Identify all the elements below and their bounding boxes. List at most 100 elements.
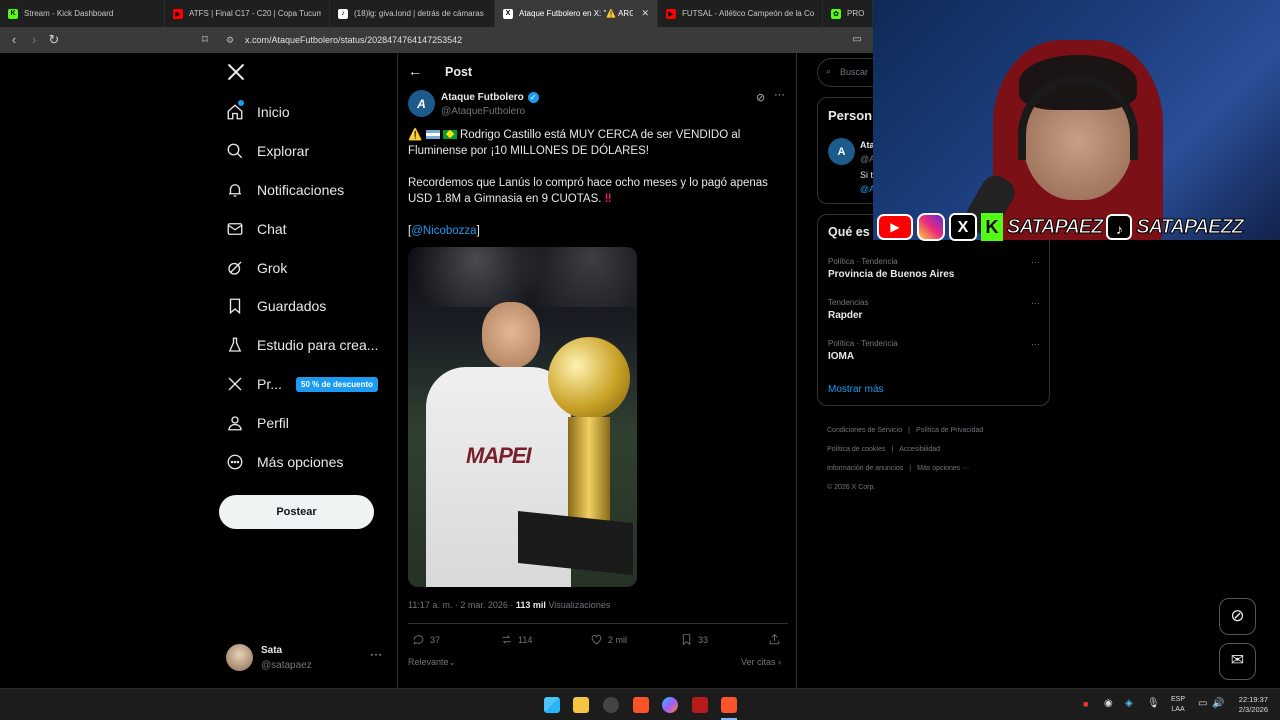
sidebar-item-pr[interactable]: Pr... bbox=[226, 370, 282, 398]
grok-float-icon[interactable]: ⊘ bbox=[1219, 598, 1256, 635]
premium-discount-badge[interactable]: 50 % de descuento bbox=[296, 377, 379, 392]
post-mention-row: [@Nicobozza] bbox=[408, 225, 480, 237]
site-info-icon[interactable]: ⚙ bbox=[226, 31, 234, 49]
brave-icon[interactable] bbox=[633, 697, 649, 713]
sort-dropdown[interactable]: Relevante⌄ bbox=[408, 657, 456, 668]
double-exclamation-emoji: ‼ bbox=[604, 193, 612, 205]
microphone-icon[interactable]: 🎙 bbox=[1147, 698, 1160, 709]
sidebar-item-grok[interactable]: Grok bbox=[226, 254, 287, 282]
tab-title: (18)lg: giva.lond | detrás de cámaras bbox=[354, 9, 484, 18]
app-icon[interactable] bbox=[692, 697, 708, 713]
trend-more-icon[interactable]: ··· bbox=[1031, 257, 1040, 267]
repost-button[interactable]: 114 bbox=[500, 633, 532, 646]
like-button[interactable]: 2 mil bbox=[590, 633, 627, 646]
tray-shield-icon[interactable]: ◈ bbox=[1125, 698, 1133, 709]
clock[interactable]: 22:19:37 2/3/2026 bbox=[1232, 695, 1268, 715]
sidebar-item-m-s-opciones[interactable]: Más opciones bbox=[226, 448, 343, 476]
footer-link[interactable]: Accesibilidad bbox=[899, 446, 940, 453]
post-line-2: Recordemos que Lanús lo compró hace ocho… bbox=[408, 177, 768, 205]
x-logo-icon bbox=[228, 377, 242, 391]
account-handle: @satapaez bbox=[261, 660, 312, 671]
bookmark-page-icon[interactable]: ⌑ bbox=[197, 32, 213, 48]
copilot-icon[interactable] bbox=[662, 697, 678, 713]
footer-link[interactable]: Condiciones de Servicio bbox=[827, 427, 902, 434]
trend-item[interactable]: Política · Tendencia IOMA ··· bbox=[828, 339, 1040, 375]
mention-link[interactable]: @Nicobozza bbox=[411, 225, 476, 237]
more-icon[interactable]: ··· bbox=[370, 647, 382, 661]
post-more-icon[interactable]: ··· bbox=[774, 89, 785, 101]
suggest-avatar[interactable]: A bbox=[828, 138, 855, 165]
author-name-row[interactable]: Ataque Futbolero ✓ bbox=[441, 92, 539, 103]
author-name: Ataque Futbolero bbox=[441, 92, 524, 103]
back-arrow-icon[interactable]: ← bbox=[408, 63, 422, 79]
windows-start-icon[interactable] bbox=[544, 697, 560, 713]
heart-icon bbox=[591, 635, 602, 645]
browser-tab[interactable]: ♪ (18)lg: giva.lond | detrás de cámaras bbox=[330, 0, 495, 27]
share-button[interactable] bbox=[768, 633, 786, 646]
trend-more-icon[interactable]: ··· bbox=[1031, 298, 1040, 308]
post-button[interactable]: Postear bbox=[219, 495, 374, 529]
grok-icon bbox=[228, 261, 242, 275]
browser-tab[interactable]: ✿ PROMIE bbox=[823, 0, 873, 27]
trends-title: Qué es bbox=[828, 225, 870, 239]
cast-icon[interactable]: ▭ bbox=[849, 32, 865, 48]
forward-icon[interactable]: › bbox=[26, 32, 42, 48]
browser-tab[interactable]: X Ataque Futbolero en X: "⚠️ ARG ✕ bbox=[495, 0, 658, 27]
browser-tab[interactable]: K Stream - Kick Dashboard bbox=[0, 0, 165, 27]
warning-emoji: ⚠️ bbox=[408, 129, 423, 141]
show-more-link[interactable]: Mostrar más bbox=[828, 384, 884, 395]
trend-more-icon[interactable]: ··· bbox=[1031, 339, 1040, 349]
account-switcher[interactable]: Sata @satapaez ··· bbox=[226, 644, 386, 674]
author-avatar[interactable]: A bbox=[408, 90, 435, 117]
view-quotes-label: Ver citas bbox=[741, 657, 776, 667]
sidebar-item-estudio-para-crea[interactable]: Estudio para crea... bbox=[226, 331, 378, 359]
bookmark-icon bbox=[682, 634, 691, 646]
address-bar[interactable]: ⚙ x.com/AtaqueFutbolero/status/202847476… bbox=[218, 31, 858, 49]
sidebar-item-notificaciones[interactable]: Notificaciones bbox=[226, 176, 344, 204]
sidebar-item-label: Explorar bbox=[257, 143, 310, 159]
network-icon[interactable]: ▭ bbox=[1198, 698, 1207, 709]
brazil-flag-icon bbox=[442, 130, 457, 140]
x-logo-icon[interactable] bbox=[226, 62, 246, 87]
sidebar-item-perfil[interactable]: Perfil bbox=[226, 409, 289, 437]
tray-obs-icon[interactable]: ◉ bbox=[1104, 698, 1113, 709]
file-explorer-icon[interactable] bbox=[573, 697, 589, 713]
who-to-follow-title: Person bbox=[828, 108, 873, 123]
input-language[interactable]: ESP LAA bbox=[1171, 695, 1185, 715]
bookmark-button[interactable]: 33 bbox=[680, 633, 708, 646]
browser-tab[interactable]: ▶ FUTSAL - Atlético Campeón de la Co bbox=[658, 0, 823, 27]
brave-window-icon[interactable] bbox=[721, 697, 737, 713]
tab-title: FUTSAL - Atlético Campeón de la Co bbox=[682, 9, 814, 18]
tab-favicon-icon: ▶ bbox=[666, 8, 676, 19]
bookmark-count: 33 bbox=[698, 634, 709, 645]
view-quotes-link[interactable]: Ver citas › bbox=[741, 657, 781, 667]
footer-link[interactable]: Política de cookies bbox=[827, 446, 885, 453]
sidebar-item-label: Pr... bbox=[257, 376, 282, 392]
sidebar-item-label: Chat bbox=[257, 221, 287, 237]
sidebar-item-label: Estudio para crea... bbox=[257, 337, 379, 353]
messages-float-icon[interactable]: ✉ bbox=[1219, 643, 1256, 680]
footer-link[interactable]: Política de Privacidad bbox=[916, 427, 983, 434]
sidebar-item-chat[interactable]: Chat bbox=[226, 215, 287, 243]
instagram-icon bbox=[917, 213, 945, 241]
back-icon[interactable]: ‹ bbox=[6, 32, 22, 48]
close-tab-icon[interactable]: ✕ bbox=[641, 8, 649, 19]
sidebar-item-explorar[interactable]: Explorar bbox=[226, 137, 309, 165]
like-count: 2 mil bbox=[608, 634, 628, 645]
post-photo[interactable]: MAPEI bbox=[408, 247, 637, 587]
footer-link[interactable]: Información de anuncios bbox=[827, 465, 903, 472]
trend-item[interactable]: Política · Tendencia Provincia de Buenos … bbox=[828, 257, 1040, 293]
reply-button[interactable]: 37 bbox=[412, 633, 440, 646]
sidebar-item-inicio[interactable]: Inicio bbox=[226, 98, 290, 126]
volume-icon[interactable]: 🔊 bbox=[1212, 698, 1224, 709]
grok-explain-icon[interactable]: ⊘ bbox=[756, 91, 765, 104]
trend-item[interactable]: Tendencias Rapder ··· bbox=[828, 298, 1040, 334]
browser-tab[interactable]: ▶ ATFS | Final C17 - C20 | Copa Tucumá bbox=[165, 0, 330, 27]
footer-link[interactable]: Más opciones ··· bbox=[917, 465, 969, 472]
views-label: Visualizaciones bbox=[548, 600, 611, 610]
sidebar-item-guardados[interactable]: Guardados bbox=[226, 292, 326, 320]
post-time[interactable]: 11:17 a. m. · 2 mar. 2026 · bbox=[408, 600, 513, 610]
obs-icon[interactable] bbox=[603, 697, 619, 713]
tray-app-icon[interactable]: ■ bbox=[1083, 699, 1088, 709]
reload-icon[interactable]: ↻ bbox=[46, 32, 62, 48]
